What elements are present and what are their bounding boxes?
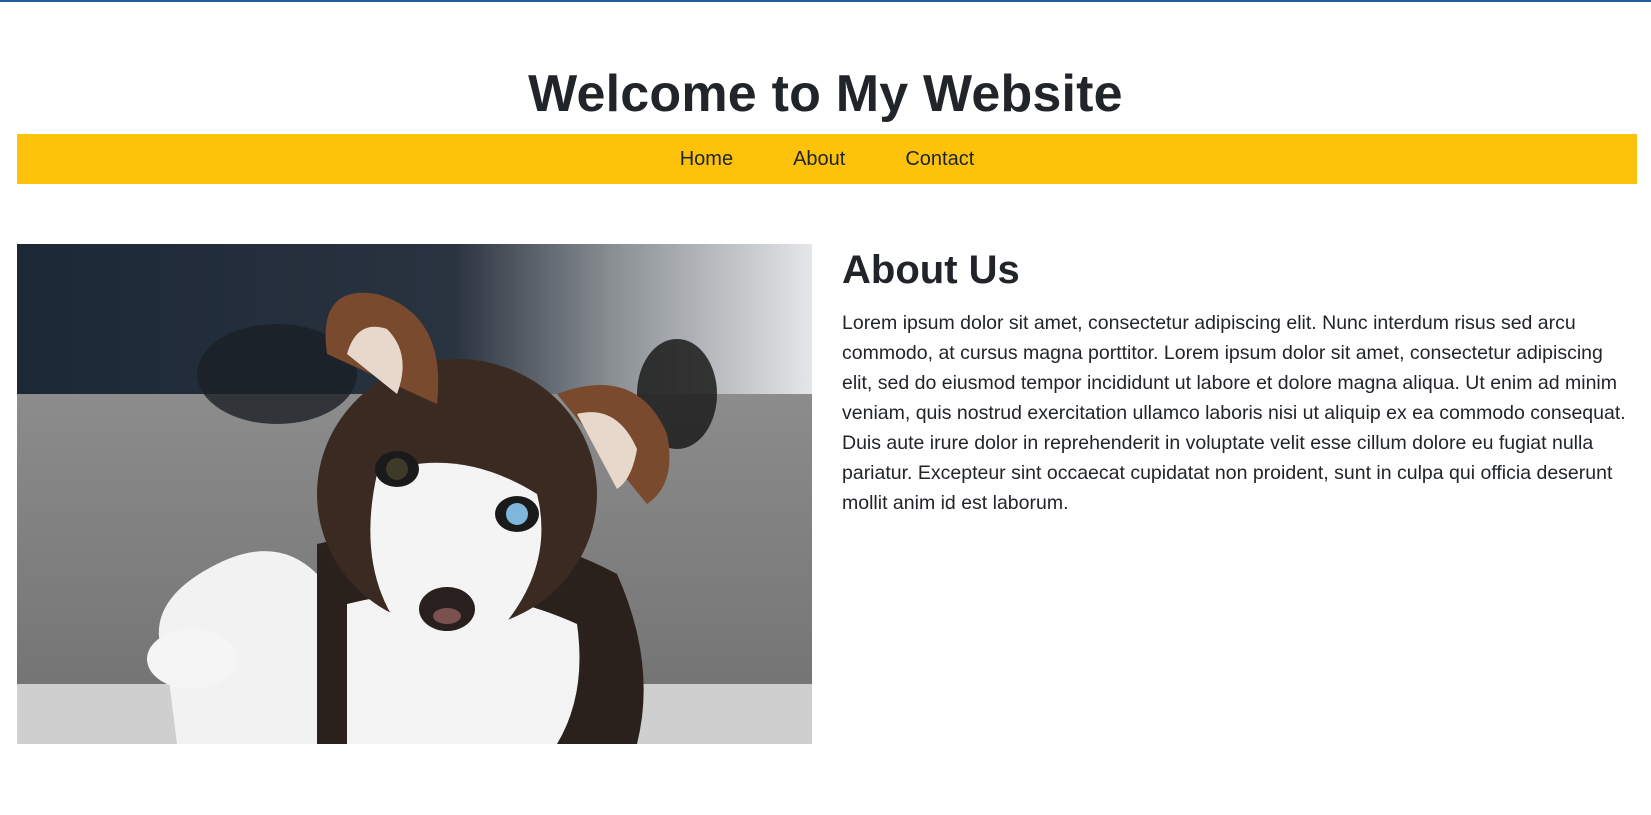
about-paragraph: Lorem ipsum dolor sit amet, consectetur … — [842, 312, 1626, 514]
nav-link-about[interactable]: About — [763, 134, 875, 184]
nav-link-home[interactable]: Home — [650, 134, 763, 184]
page: Welcome to My Website Home About Contact — [0, 2, 1651, 815]
about-heading: About Us — [842, 248, 1020, 292]
about-section: About Us Lorem ipsum dolor sit amet, con… — [842, 246, 1637, 518]
nav-link-contact[interactable]: Contact — [875, 134, 1004, 184]
site-title: Welcome to My Website — [528, 65, 1123, 123]
navbar: Home About Contact — [17, 134, 1637, 184]
puppy-photo — [17, 244, 812, 744]
